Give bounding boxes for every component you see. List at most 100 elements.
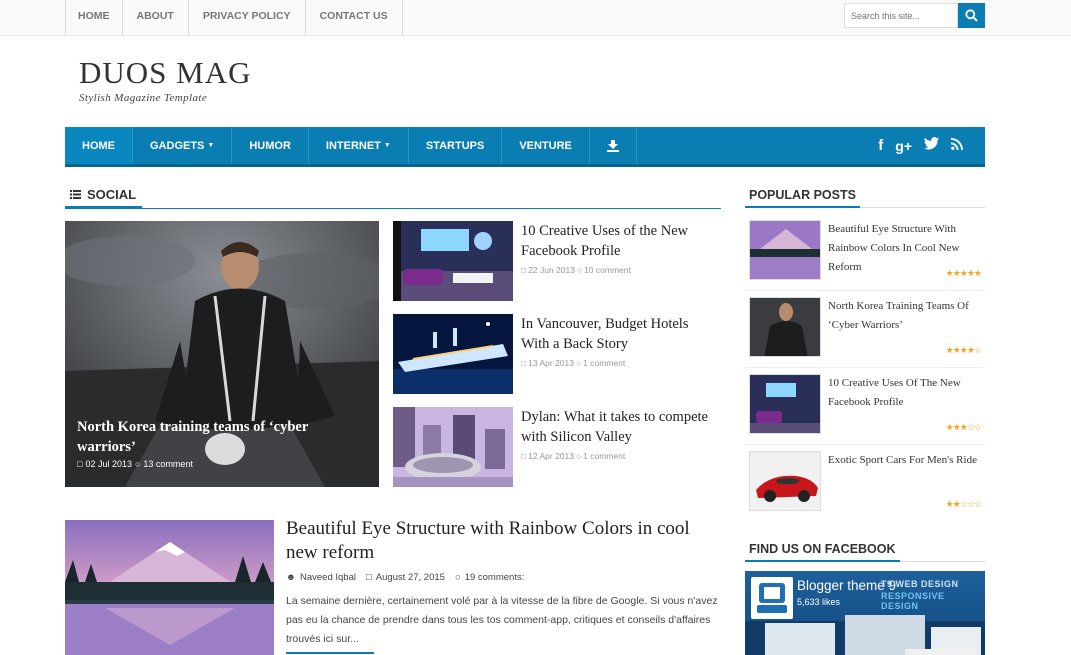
site-title[interactable]: DUOS MAG	[79, 55, 252, 91]
popular-post: Exotic Sport Cars For Men's Ride ★★☆☆☆	[745, 451, 985, 518]
calendar-icon: □	[77, 459, 83, 469]
nav-internet-label: INTERNET	[325, 139, 381, 152]
divider	[745, 444, 985, 445]
comment-icon: ○	[134, 459, 141, 469]
nav-humor-label: HUMOR	[249, 139, 291, 152]
search-button[interactable]	[958, 3, 985, 28]
post-title[interactable]: 10 Creative Uses of the New Facebook Pro…	[521, 221, 711, 261]
star-rating: ★★★☆☆	[945, 422, 982, 432]
read-more-underline	[286, 652, 374, 654]
top-nav-privacy-policy[interactable]: PRIVACY POLICY	[189, 0, 306, 35]
main-nav: HOME GADGETS ▼ HUMOR INTERNET ▼ STARTUPS V…	[65, 127, 985, 167]
top-nav-home[interactable]: HOME	[65, 0, 123, 35]
nav-gadgets[interactable]: GADGETS ▼	[133, 127, 233, 164]
popular-post-thumbnail[interactable]	[749, 374, 821, 434]
post-meta: □ 13 Apr 2013 ○ 1 comment	[521, 358, 625, 368]
caret-down-icon: ▼	[207, 142, 215, 149]
post-thumbnail[interactable]	[393, 221, 513, 301]
featured-title[interactable]: North Korea training teams of ‘cyber war…	[77, 417, 347, 457]
post-comments[interactable]: 1 comment	[583, 451, 625, 461]
author[interactable]: ☻ Naveed Iqbal	[286, 572, 356, 583]
banner-text-1: T9 WEB DESIGN	[881, 579, 959, 589]
facebook-heading: FIND US ON FACEBOOK	[745, 538, 985, 562]
nav-download[interactable]	[590, 127, 637, 164]
popular-posts-title: POPULAR POSTS	[745, 184, 860, 208]
calendar-icon: □	[365, 572, 372, 583]
nav-venture-label: VENTURE	[519, 139, 572, 152]
search-icon	[965, 9, 978, 22]
featured-meta: □ 02 Jul 2013 ○ 13 comment	[77, 459, 193, 469]
nav-home[interactable]: HOME	[65, 127, 133, 164]
big-post-meta: ☻ Naveed Iqbal □ August 27, 2015 ○ 19 comme…	[286, 572, 524, 583]
post-meta: □ 12 Apr 2013 ○ 1 comment	[521, 451, 625, 461]
page-logo[interactable]	[751, 577, 793, 619]
facebook-widget[interactable]: Blogger theme 9 5,633 likes T9 WEB DESIG…	[745, 571, 985, 655]
post-title[interactable]: In Vancouver, Budget Hotels With a Back …	[521, 314, 711, 354]
popular-post: North Korea Training Teams Of ‘Cyber War…	[745, 297, 985, 368]
comment-icon: ○	[576, 265, 583, 275]
search-form	[844, 3, 985, 28]
top-bar: HOME ABOUT PRIVACY POLICY CONTACT US	[0, 0, 1071, 36]
download-icon	[606, 139, 619, 152]
comment-icon: ○	[576, 358, 582, 368]
popular-post-thumbnail[interactable]	[749, 451, 821, 511]
calendar-icon: □	[521, 265, 527, 275]
post-meta: □ 22 Jun 2013 ○ 10 comment	[521, 265, 631, 275]
list-icon	[70, 190, 81, 199]
post-date: 12 Apr 2013	[528, 451, 574, 461]
comment-icon: ○	[576, 451, 582, 461]
post-thumbnail[interactable]	[393, 407, 513, 487]
social-links: f g+	[878, 127, 963, 164]
popular-posts-heading: POPULAR POSTS	[745, 184, 985, 208]
featured-date: 02 Jul 2013	[85, 459, 132, 469]
banner-text-2: RESPONSIVE DESIGN	[881, 591, 945, 611]
nav-internet[interactable]: INTERNET ▼	[309, 127, 409, 164]
post-thumbnail[interactable]	[393, 314, 513, 394]
list-item: Dylan: What it takes to compete with Sil…	[393, 407, 721, 487]
twitter-icon[interactable]	[924, 137, 939, 154]
google-plus-icon[interactable]: g+	[895, 138, 912, 154]
popular-post-thumbnail[interactable]	[749, 220, 821, 280]
featured-post[interactable]: North Korea training teams of ‘cyber war…	[65, 221, 379, 487]
post-comments-text: 19 comments:	[464, 572, 525, 583]
facebook-icon[interactable]: f	[878, 137, 883, 154]
popular-post-thumbnail[interactable]	[749, 297, 821, 357]
post-date-text: August 27, 2015	[375, 572, 445, 583]
big-post-excerpt: La semaine dernière, certainement volé p…	[286, 595, 718, 645]
list-item: 10 Creative Uses of the New Facebook Pro…	[393, 221, 721, 301]
star-rating: ★★★★☆	[945, 345, 982, 355]
top-nav-contact-us[interactable]: CONTACT US	[306, 0, 403, 35]
popular-post: Beautiful Eye Structure With Rainbow Col…	[745, 220, 985, 291]
star-rating: ★★☆☆☆	[945, 499, 982, 509]
user-icon: ☻	[286, 572, 296, 583]
nav-gadgets-label: GADGETS	[150, 139, 205, 152]
rss-icon[interactable]	[951, 137, 963, 154]
post-date: □ August 27, 2015	[366, 572, 445, 583]
big-post-thumbnail[interactable]	[65, 520, 274, 655]
star-rating: ★★★★★	[945, 268, 982, 278]
post-date: 22 Jun 2013	[528, 265, 575, 275]
calendar-icon: □	[521, 451, 527, 461]
post-comments[interactable]: ○ 19 comments:	[455, 572, 524, 583]
section-heading: SOCIAL	[65, 183, 721, 209]
post-title[interactable]: Dylan: What it takes to compete with Sil…	[521, 407, 711, 447]
nav-startups[interactable]: STARTUPS	[409, 127, 503, 164]
facebook-title: FIND US ON FACEBOOK	[745, 538, 900, 562]
popular-post-title[interactable]: Exotic Sport Cars For Men's Ride	[828, 451, 978, 470]
post-comments[interactable]: 10 comment	[584, 265, 631, 275]
featured-comments[interactable]: 13 comment	[143, 459, 193, 469]
top-nav-about[interactable]: ABOUT	[123, 0, 189, 35]
popular-post-title[interactable]: North Korea Training Teams Of ‘Cyber War…	[828, 297, 978, 335]
post-comments[interactable]: 1 comment	[583, 358, 625, 368]
big-post-title[interactable]: Beautiful Eye Structure with Rainbow Col…	[286, 517, 706, 565]
popular-post-title[interactable]: 10 Creative Uses Of The New Facebook Pro…	[828, 374, 978, 412]
nav-home-label: HOME	[82, 139, 115, 152]
nav-venture[interactable]: VENTURE	[502, 127, 590, 164]
divider	[745, 290, 985, 291]
author-name: Naveed Iqbal	[300, 572, 356, 583]
section-heading-label: SOCIAL	[65, 183, 143, 209]
calendar-icon: □	[521, 358, 527, 368]
section-title: SOCIAL	[87, 187, 137, 202]
nav-humor[interactable]: HUMOR	[232, 127, 309, 164]
search-input[interactable]	[844, 3, 958, 28]
